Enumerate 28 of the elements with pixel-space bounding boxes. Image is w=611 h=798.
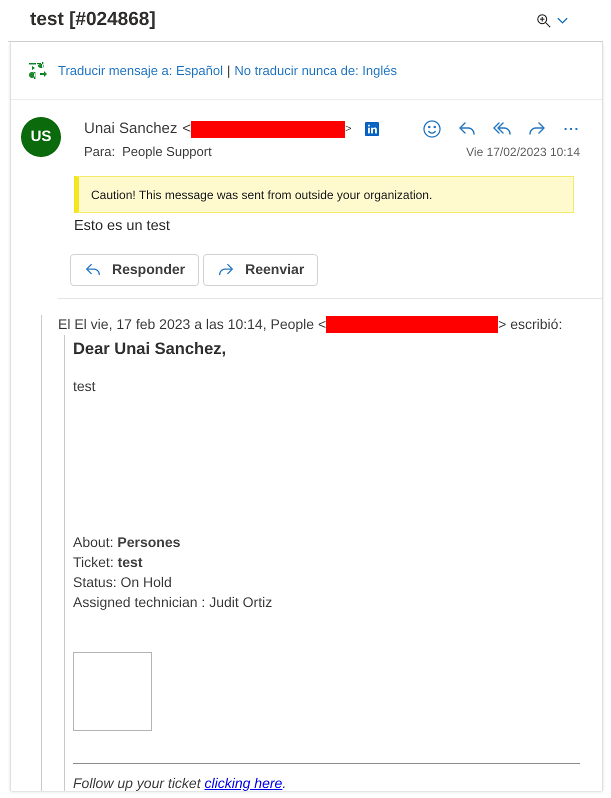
to-label: Para:	[84, 143, 116, 162]
avatar: US	[21, 117, 61, 157]
translate-link[interactable]: Traducir mensaje a: Español	[58, 60, 223, 80]
bracket: >	[345, 122, 352, 137]
quoted-text: test	[73, 376, 97, 396]
ticket-field: About: Persones	[73, 532, 580, 552]
smiley-icon[interactable]	[422, 119, 442, 139]
footer-text: Follow up your ticket clicking here.	[73, 774, 288, 793]
window-title: test [#024868]	[30, 8, 156, 32]
message-body: Esto es un test	[74, 217, 171, 236]
greeting: Dear Unai Sanchez,	[73, 338, 228, 360]
linkedin-icon[interactable]	[364, 122, 379, 136]
reply-button[interactable]: Responder	[70, 254, 200, 286]
recipient: People Support	[122, 143, 212, 162]
quote-intro: El El vie, 17 feb 2023 a las 10:14, People <	[58, 315, 326, 334]
ticket-link[interactable]: clicking here	[204, 774, 282, 790]
caution-banner: Caution! This message was sent from outside your organization.	[74, 176, 574, 213]
bracket: <	[182, 118, 192, 139]
separator: |	[227, 62, 230, 80]
forward-button[interactable]: Reenviar	[203, 254, 318, 286]
quote-intro: > escribió:	[498, 315, 562, 334]
ticket-field: Assigned technician : Judit Ortiz	[73, 592, 580, 612]
ticket-field: Ticket: test	[73, 552, 580, 572]
ticket-field: Status: On Hold	[73, 572, 580, 592]
zoom-icon[interactable]	[536, 12, 552, 28]
sender-name: Unai Sanchez	[84, 118, 178, 139]
message-date: Vie 17/02/2023 10:14	[466, 144, 580, 161]
never-translate-link[interactable]: No traducir nunca de: Inglés	[234, 60, 397, 80]
